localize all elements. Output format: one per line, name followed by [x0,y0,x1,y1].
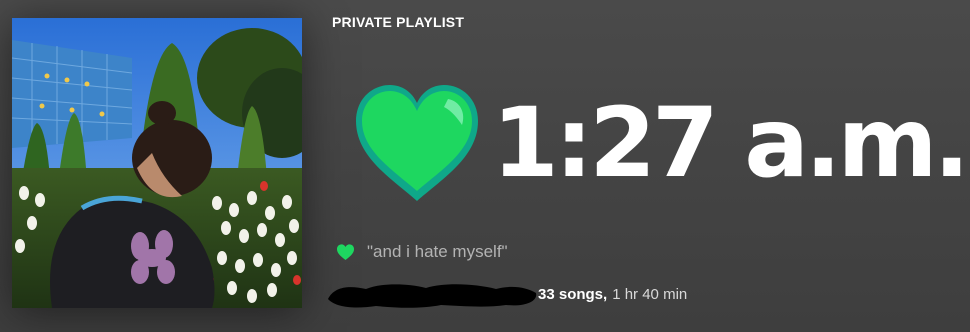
cover-photo [12,18,302,308]
song-count: 33 songs, [538,285,608,303]
playlist-description: "and i hate myself" [367,242,508,261]
playlist-description-row: "and i hate myself" [336,242,508,262]
playlist-type-label: PRIVATE PLAYLIST [332,14,465,30]
playlist-meta-row: 33 songs, 1 hr 40 min [326,278,687,310]
playlist-title: 1:27 a.m. [492,87,970,199]
playlist-cover-image[interactable] [12,18,302,308]
green-heart-icon [352,81,482,205]
playlist-title-row[interactable]: 1:27 a.m. [352,78,970,208]
owner-name-redacted[interactable] [326,279,538,309]
playlist-duration: 1 hr 40 min [612,285,688,303]
green-heart-icon [336,243,355,261]
